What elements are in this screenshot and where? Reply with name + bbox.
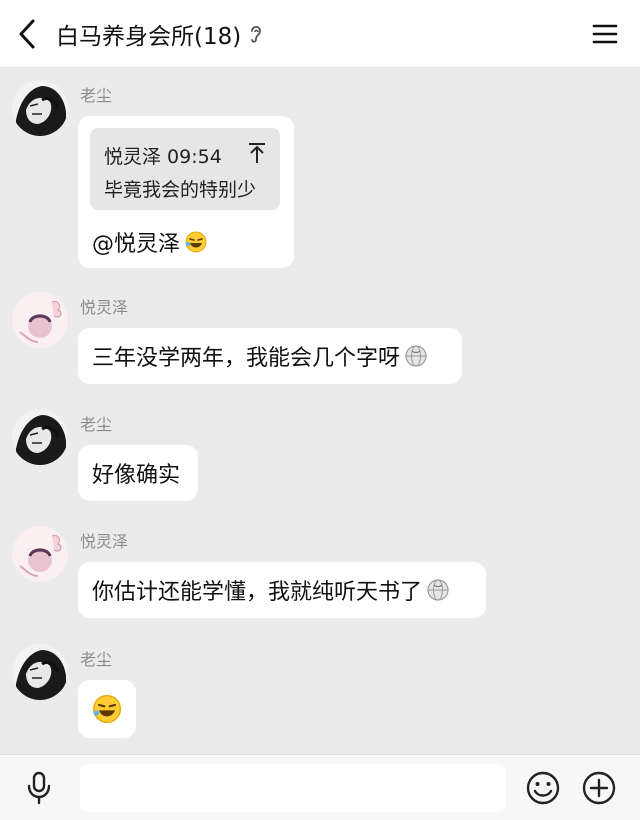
- quote-text: 毕竟我会的特别少: [104, 179, 257, 201]
- chevron-left-icon[interactable]: [12, 18, 42, 50]
- input-bar: [0, 754, 640, 820]
- message-bubble[interactable]: [78, 680, 136, 738]
- message-bubble[interactable]: 三年没学两年，我能会几个字呀: [78, 328, 462, 384]
- laughing-crying-emoji-icon: [184, 230, 208, 254]
- avatar[interactable]: [12, 80, 68, 136]
- scroll-to-top-icon[interactable]: [248, 142, 266, 164]
- hamburger-menu-icon[interactable]: [590, 20, 620, 48]
- message-text-row: @悦灵泽: [92, 226, 208, 258]
- sender-name: 老尘: [80, 415, 113, 434]
- quoted-message[interactable]: 悦灵泽 09:54 毕竟我会的特别少: [90, 128, 280, 210]
- ear-icon: [249, 23, 265, 45]
- avatar[interactable]: [12, 292, 68, 348]
- avatar[interactable]: [12, 409, 68, 465]
- laughing-crying-emoji-icon: [91, 693, 123, 725]
- message-bubble[interactable]: 你估计还能学懂，我就纯听天书了: [78, 562, 486, 618]
- sender-name: 悦灵泽: [80, 298, 129, 317]
- globe-emoji-icon: [404, 344, 428, 368]
- avatar[interactable]: [12, 644, 68, 700]
- quote-author-time: 悦灵泽 09:54: [104, 146, 222, 168]
- message-bubble[interactable]: 悦灵泽 09:54 毕竟我会的特别少 @悦灵泽: [78, 116, 294, 268]
- message-text: @悦灵泽: [92, 232, 181, 257]
- message-input[interactable]: [80, 764, 506, 812]
- plus-circle-icon[interactable]: [580, 769, 618, 807]
- message-bubble[interactable]: 好像确实: [78, 445, 198, 501]
- microphone-icon[interactable]: [22, 771, 56, 805]
- smile-icon[interactable]: [524, 769, 562, 807]
- chat-title-group: 白马养身会所(18): [56, 0, 265, 68]
- message-text: 三年没学两年，我能会几个字呀: [92, 346, 401, 371]
- chat-header: 白马养身会所(18): [0, 0, 640, 68]
- globe-emoji-icon: [426, 578, 450, 602]
- message-text: 你估计还能学懂，我就纯听天书了: [92, 580, 423, 605]
- chat-title: 白马养身会所(18): [56, 24, 242, 50]
- avatar[interactable]: [12, 526, 68, 582]
- message-list[interactable]: 老尘 悦灵泽 09:54 毕竟我会的特别少 @悦灵泽 悦灵泽 三年没学两年，我能…: [0, 68, 640, 754]
- message-text: 好像确实: [92, 463, 181, 488]
- sender-name: 悦灵泽: [80, 532, 129, 551]
- sender-name: 老尘: [80, 650, 113, 669]
- sender-name: 老尘: [80, 86, 113, 105]
